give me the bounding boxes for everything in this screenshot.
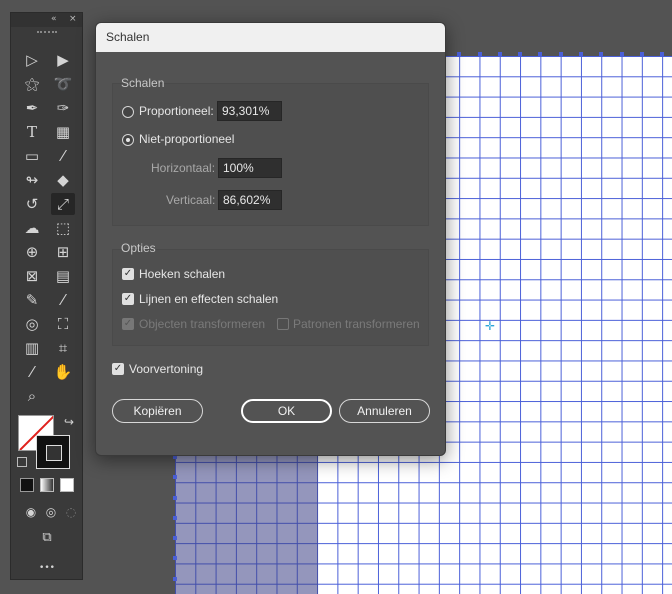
type-tool-icon[interactable]: T	[20, 121, 44, 143]
selection-handle[interactable]	[538, 52, 542, 56]
selection-handle[interactable]	[640, 52, 644, 56]
stroke-inner	[46, 445, 62, 461]
transform-patterns-label: Patronen transformeren	[293, 317, 420, 331]
selection-handle[interactable]	[579, 52, 583, 56]
gradient-tool-icon[interactable]: ▤	[51, 265, 75, 287]
magic-wand-tool-icon[interactable]: ⚝	[20, 73, 44, 95]
warp-tool-icon[interactable]: ☁	[20, 217, 44, 239]
pen-tool-icon[interactable]: ✒	[20, 97, 44, 119]
transform-objects-checkbox: ✓	[122, 318, 134, 330]
shape-builder-tool-icon[interactable]: ⊕	[20, 241, 44, 263]
rectangle-tool-icon[interactable]: ▭	[20, 145, 44, 167]
uniform-scale-field[interactable]: 93,301%	[217, 101, 282, 121]
transform-objects-label: Objecten transformeren	[139, 317, 266, 331]
uniform-label: Proportioneel:	[139, 104, 214, 118]
blend-tool-icon[interactable]: ◎	[20, 313, 44, 335]
tools-panel: « × ▷ ▶ ⚝ ➰ ✒ ✑ T ▦ ▭ ⁄ ↬ ◆ ↺ ⤢ ☁ ⬚ ⊕ ⊞ …	[10, 12, 83, 580]
vertical-label: Verticaal:	[166, 193, 216, 207]
scale-strokes-label: Lijnen en effecten schalen	[139, 292, 279, 306]
swap-fill-stroke-icon[interactable]: ↪	[57, 411, 81, 433]
preview-checkbox[interactable]: ✓	[112, 363, 124, 375]
rotate-tool-icon[interactable]: ↺	[20, 193, 44, 215]
scale-tool-icon[interactable]: ⤢	[51, 193, 75, 215]
copy-button[interactable]: Kopiëren	[112, 399, 203, 423]
artboard-tool-icon[interactable]: ⌗	[51, 337, 75, 359]
uniform-radio[interactable]	[122, 106, 134, 118]
non-uniform-label: Niet-proportioneel	[139, 132, 235, 146]
scale-dialog: Schalen Schalen Proportioneel: 93,301% N…	[95, 22, 446, 456]
scale-strokes-checkbox[interactable]: ✓	[122, 293, 134, 305]
dialog-title[interactable]: Schalen	[96, 23, 445, 52]
gradient-mode-icon[interactable]	[40, 478, 54, 492]
selection-handle[interactable]	[518, 52, 522, 56]
non-uniform-radio[interactable]	[122, 134, 134, 146]
horizontal-scale-field[interactable]: 100%	[218, 158, 282, 178]
selection-handle[interactable]	[559, 52, 563, 56]
center-point-icon[interactable]: ✛	[484, 320, 496, 332]
draw-inside-icon[interactable]: ◌	[59, 501, 83, 523]
selection-handle[interactable]	[173, 577, 177, 581]
symbol-sprayer-tool-icon[interactable]: ⛶	[51, 313, 75, 335]
selection-handle[interactable]	[173, 556, 177, 560]
vertical-scale-field[interactable]: 86,602%	[218, 190, 282, 210]
column-graph-tool-icon[interactable]: ▥	[20, 337, 44, 359]
shaper-tool-icon[interactable]: ↬	[20, 169, 44, 191]
grid-tool-icon[interactable]: ▦	[51, 121, 75, 143]
close-icon[interactable]: ×	[69, 14, 77, 24]
paintbrush-tool-icon[interactable]: ⁄	[51, 145, 75, 167]
selection-handle[interactable]	[620, 52, 624, 56]
scale-corners-label: Hoeken schalen	[139, 267, 226, 281]
default-colors-icon[interactable]	[17, 457, 27, 467]
scale-group-title: Schalen	[121, 76, 165, 90]
eraser-tool-icon[interactable]: ◆	[51, 169, 75, 191]
free-transform-tool-icon[interactable]: ⬚	[51, 217, 75, 239]
selection-handle[interactable]	[599, 52, 603, 56]
slice-tool-icon[interactable]: ⁄	[20, 361, 44, 383]
eyedropper-tool-icon[interactable]: ✎	[20, 289, 44, 311]
cancel-button[interactable]: Annuleren	[339, 399, 430, 423]
direct-selection-tool-icon[interactable]: ▶	[51, 49, 75, 71]
selection-handle[interactable]	[498, 52, 502, 56]
hand-tool-icon[interactable]: ✋	[51, 361, 75, 383]
selection-handle[interactable]	[173, 536, 177, 540]
tools-panel-header[interactable]: « ×	[11, 13, 82, 27]
more-tools-icon[interactable]: •••	[35, 557, 59, 579]
collapse-icon[interactable]: «	[51, 14, 57, 24]
selection-handle[interactable]	[173, 516, 177, 520]
stroke-swatch[interactable]	[36, 435, 70, 469]
selection-handle[interactable]	[660, 52, 664, 56]
selection-handle[interactable]	[457, 52, 461, 56]
measure-tool-icon[interactable]: ⁄	[51, 289, 75, 311]
horizontal-label: Horizontaal:	[151, 161, 216, 175]
color-mode-icon[interactable]	[20, 478, 34, 492]
scale-corners-checkbox[interactable]: ✓	[122, 268, 134, 280]
grip-icon[interactable]	[37, 31, 57, 33]
preview-label: Voorvertoning	[129, 362, 204, 376]
selection-handle[interactable]	[173, 496, 177, 500]
selection-handle[interactable]	[478, 52, 482, 56]
selection-tool-icon[interactable]: ▷	[20, 49, 44, 71]
none-mode-icon[interactable]	[60, 478, 74, 492]
transform-patterns-checkbox	[277, 318, 289, 330]
ok-button[interactable]: OK	[241, 399, 332, 423]
curvature-tool-icon[interactable]: ✑	[51, 97, 75, 119]
zoom-tool-icon[interactable]: ⌕	[20, 385, 44, 407]
mesh-tool-icon[interactable]: ⊠	[20, 265, 44, 287]
options-group-title: Opties	[121, 241, 156, 255]
perspective-grid-tool-icon[interactable]: ⊞	[51, 241, 75, 263]
lasso-tool-icon[interactable]: ➰	[51, 73, 75, 95]
selection-handle[interactable]	[173, 475, 177, 479]
screen-mode-icon[interactable]: ⧉	[35, 527, 59, 549]
